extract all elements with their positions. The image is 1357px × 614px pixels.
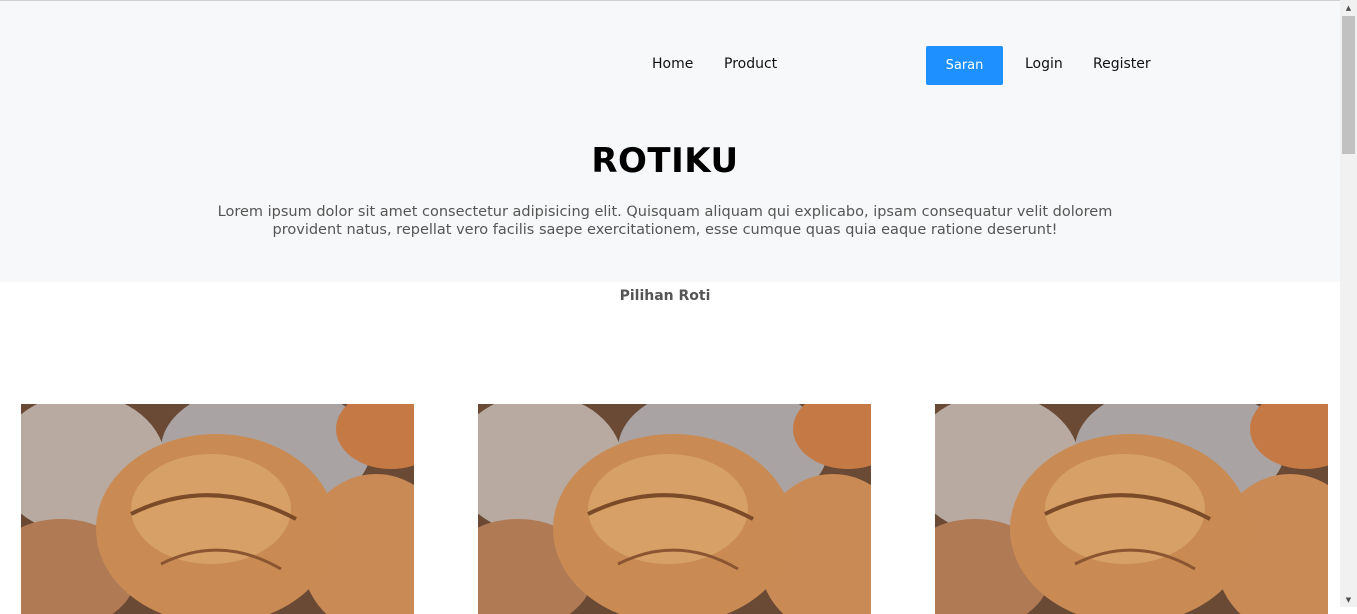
- nav-home-link[interactable]: Home: [652, 55, 693, 73]
- product-card[interactable]: [21, 404, 414, 614]
- hero-section: Home Product Saran Login Register ROTIKU…: [0, 1, 1340, 282]
- bread-image: [478, 404, 871, 614]
- scrollbar-thumb[interactable]: [1342, 16, 1355, 154]
- bread-image: [935, 404, 1328, 614]
- product-card[interactable]: [935, 404, 1328, 614]
- vertical-scrollbar[interactable]: ▲ ▼: [1340, 0, 1357, 607]
- nav-register-link[interactable]: Register: [1093, 55, 1151, 73]
- product-card[interactable]: [478, 404, 871, 614]
- bread-image: [21, 404, 414, 614]
- nav-login-link[interactable]: Login: [1025, 55, 1063, 73]
- hero-description: Lorem ipsum dolor sit amet consectetur a…: [217, 204, 1113, 238]
- nav-product-link[interactable]: Product: [724, 55, 777, 73]
- page-title: ROTIKU: [591, 141, 739, 181]
- saran-button[interactable]: Saran: [926, 46, 1003, 85]
- scroll-up-arrow-icon[interactable]: ▲: [1340, 0, 1357, 15]
- scroll-down-arrow-icon[interactable]: ▼: [1340, 592, 1357, 607]
- section-title: Pilihan Roti: [619, 288, 711, 304]
